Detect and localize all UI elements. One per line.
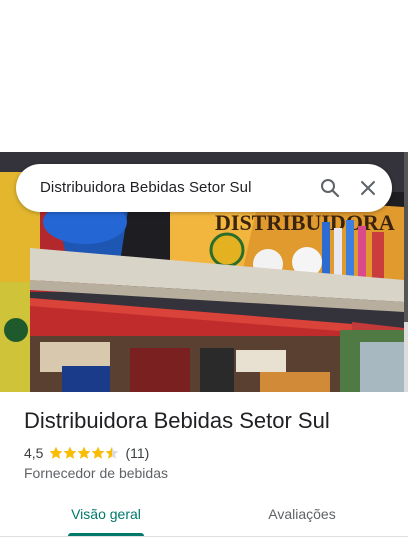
- place-name: Distribuidora Bebidas Setor Sul: [24, 408, 330, 433]
- tab-reviews[interactable]: Avaliações: [246, 496, 358, 534]
- star-rating: [49, 446, 119, 460]
- star-half-icon: [106, 446, 119, 459]
- scrollbar-thumb[interactable]: [404, 152, 408, 322]
- svg-text:DISTRIBUIDORA: DISTRIBUIDORA: [215, 210, 395, 235]
- scrollbar[interactable]: [404, 152, 408, 392]
- review-count[interactable]: (11): [125, 445, 149, 461]
- star-full-icon: [92, 446, 105, 459]
- star-full-icon: [64, 446, 77, 459]
- search-input[interactable]: Distribuidora Bebidas Setor Sul: [40, 179, 252, 196]
- star-full-icon: [78, 446, 91, 459]
- map-blank-area: [0, 0, 408, 152]
- tab-divider: [0, 536, 408, 537]
- search-icon[interactable]: [318, 176, 342, 200]
- close-icon[interactable]: [356, 176, 380, 200]
- star-full-icon: [50, 446, 63, 459]
- tab-overview[interactable]: Visão geral: [50, 496, 162, 534]
- place-tabs: Visão geral Avaliações: [0, 496, 408, 537]
- search-bar[interactable]: Distribuidora Bebidas Setor Sul: [16, 164, 392, 212]
- rating-value: 4,5: [24, 445, 44, 461]
- place-category[interactable]: Fornecedor de bebidas: [24, 465, 168, 481]
- rating-row[interactable]: 4,5 (11): [24, 444, 149, 462]
